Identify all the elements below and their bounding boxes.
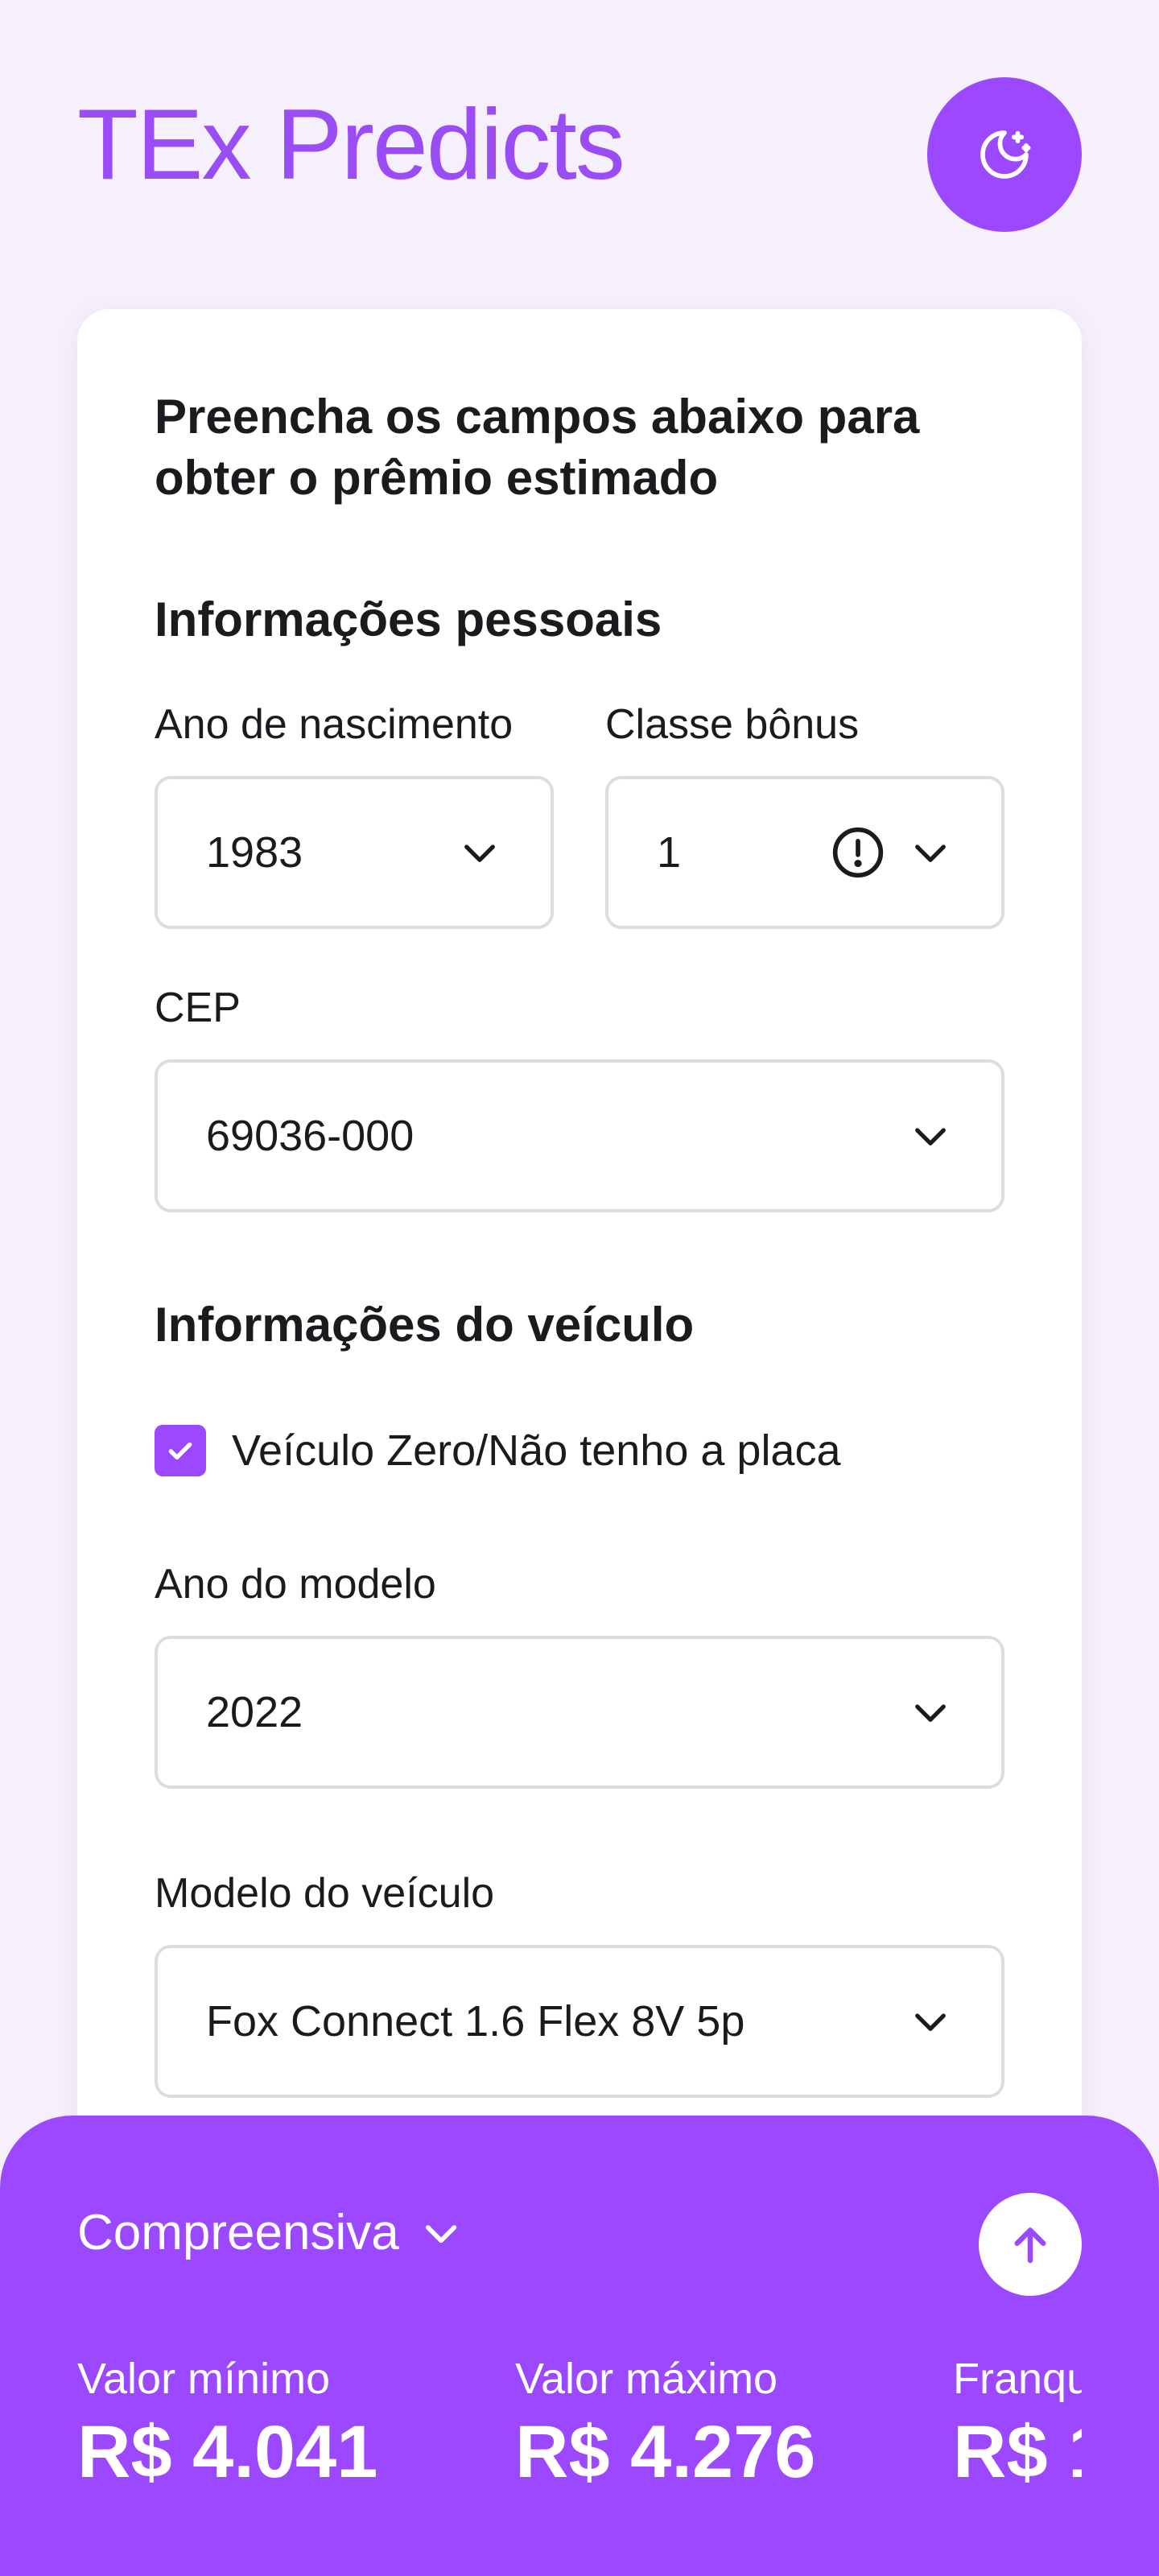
deductible-label: Franquia	[953, 2357, 1082, 2403]
chevron-down-icon	[464, 844, 495, 862]
price-summary-sheet: Compreensiva Valor mínimo R$ 4.041 Valor…	[0, 2116, 1159, 2576]
theme-toggle-button[interactable]	[927, 77, 1082, 232]
max-value-label: Valor máximo	[515, 2357, 778, 2403]
max-value-amount: R$ 4.276	[515, 2411, 816, 2493]
cep-label: CEP	[155, 985, 241, 1031]
plan-selector[interactable]: Compreensiva	[77, 2204, 464, 2261]
model-year-select[interactable]: 2022	[155, 1636, 1004, 1789]
quote-form-card: Preencha os campos abaixo para obter o p…	[77, 309, 1082, 2257]
plan-label: Compreensiva	[77, 2205, 399, 2260]
personal-info-title: Informações pessoais	[155, 592, 662, 646]
exclamation-circle-icon	[832, 827, 884, 878]
vehicle-model-label: Modelo do veículo	[155, 1870, 495, 1917]
chevron-down-icon	[915, 1704, 946, 1722]
chevron-down-icon	[915, 1128, 946, 1146]
model-year-label: Ano do modelo	[155, 1561, 436, 1608]
bonus-class-select[interactable]: 1	[605, 776, 1004, 929]
app-title: TEx Predicts	[77, 89, 625, 200]
chevron-down-icon	[915, 2013, 946, 2031]
max-value-stat: Valor máximo R$ 4.276	[515, 2357, 815, 2489]
cep-value: 69036-000	[206, 1112, 415, 1160]
check-icon	[168, 1442, 192, 1459]
birth-year-value: 1983	[206, 828, 303, 877]
min-value-stat: Valor mínimo R$ 4.041	[77, 2357, 377, 2489]
bonus-class-label: Classe bônus	[605, 701, 860, 748]
vehicle-model-select[interactable]: Fox Connect 1.6 Flex 8V 5p	[155, 1945, 1004, 2098]
vehicle-info-title: Informações do veículo	[155, 1298, 695, 1352]
price-stats: Valor mínimo R$ 4.041 Valor máximo R$ 4.…	[77, 2357, 1082, 2518]
zero-km-checkbox[interactable]	[155, 1425, 206, 1476]
model-year-value: 2022	[206, 1688, 303, 1736]
zero-km-label: Veículo Zero/Não tenho a placa	[232, 1426, 841, 1475]
scroll-up-button[interactable]	[979, 2193, 1082, 2296]
birth-year-label: Ano de nascimento	[155, 701, 514, 748]
min-value-amount: R$ 4.041	[77, 2411, 378, 2493]
arrow-up-icon	[1014, 2227, 1046, 2264]
vehicle-model-value: Fox Connect 1.6 Flex 8V 5p	[206, 1997, 745, 2046]
zero-km-checkbox-row[interactable]: Veículo Zero/Não tenho a placa	[155, 1425, 841, 1476]
deductible-stat: Franquia R$ 1	[953, 2357, 1082, 2489]
cep-select[interactable]: 69036-000	[155, 1059, 1004, 1212]
bonus-class-value: 1	[657, 828, 682, 877]
chevron-down-icon	[425, 2224, 456, 2243]
chevron-down-icon	[915, 844, 946, 862]
deductible-amount: R$ 1	[953, 2411, 1082, 2493]
min-value-label: Valor mínimo	[77, 2357, 331, 2403]
form-heading: Preencha os campos abaixo para obter o p…	[155, 390, 920, 505]
moon-stars-icon	[975, 126, 1033, 184]
birth-year-select[interactable]: 1983	[155, 776, 554, 929]
